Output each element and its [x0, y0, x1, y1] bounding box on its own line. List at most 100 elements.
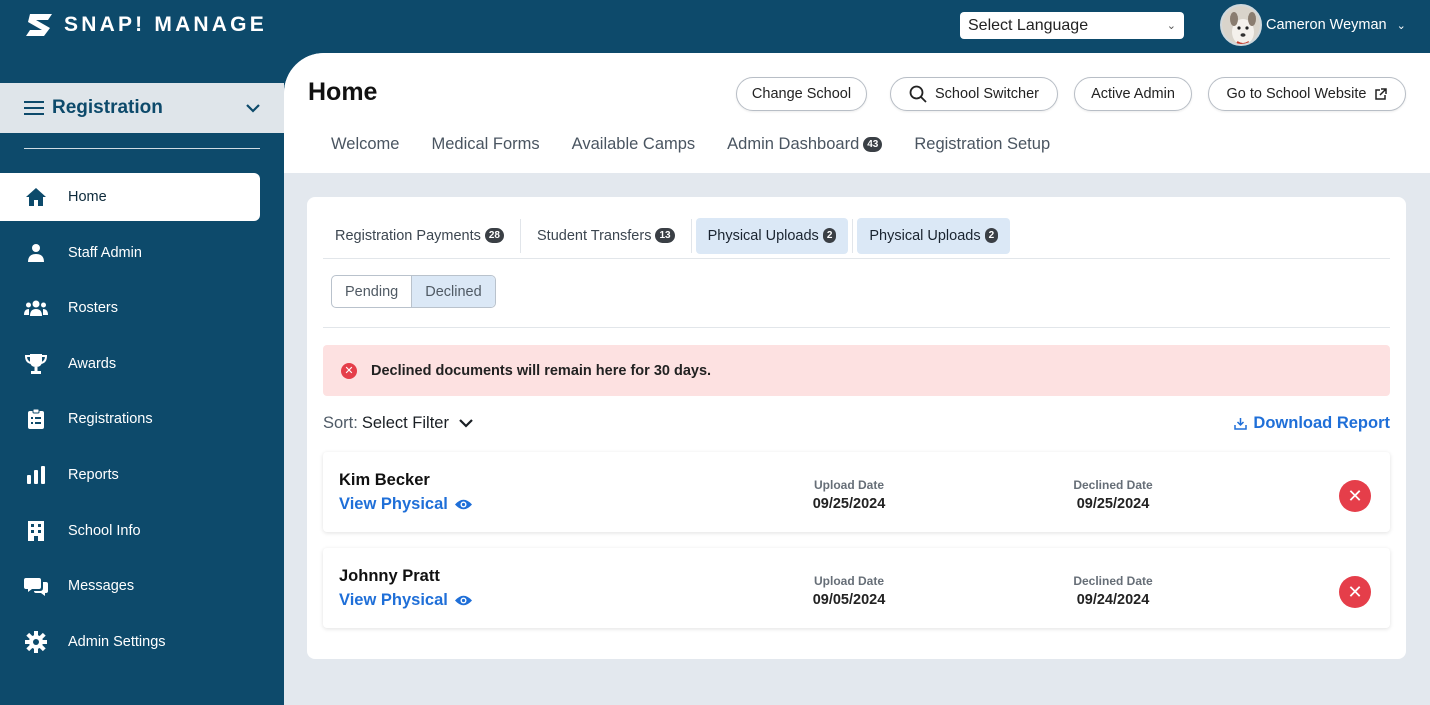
- upload-date-value: 09/05/2024: [812, 592, 886, 608]
- change-school-label: Change School: [751, 86, 852, 102]
- school-switcher-button[interactable]: School Switcher: [890, 77, 1058, 111]
- download-report-label: Download Report: [1253, 414, 1390, 432]
- sidebar-item-label: Admin Settings: [68, 633, 166, 650]
- sidebar-divider: [24, 148, 260, 149]
- subtab-student-transfers[interactable]: Student Transfers 13: [525, 218, 687, 254]
- declined-date-col: Declined Date 09/24/2024: [1053, 574, 1173, 608]
- home-icon: [24, 185, 48, 209]
- declined-date-value: 09/24/2024: [1076, 592, 1150, 608]
- count-badge: 13: [655, 228, 675, 243]
- sidebar-item-label: Rosters: [68, 300, 118, 317]
- external-link-icon: [1375, 87, 1388, 100]
- declined-date-label: Declined Date: [1073, 574, 1153, 588]
- avatar: [1220, 4, 1262, 46]
- view-physical-link[interactable]: View Physical: [339, 591, 473, 610]
- alert-text: Declined documents will remain here for …: [371, 362, 712, 379]
- uploads-card: Registration Payments 28 Student Transfer…: [307, 197, 1406, 659]
- subtab-registration-payments[interactable]: Registration Payments 28: [323, 218, 516, 254]
- upload-date-label: Upload Date: [813, 574, 884, 588]
- list-item: Kim Becker View Physical Upload Date 09/…: [323, 452, 1390, 532]
- download-report-link[interactable]: Download Report: [1234, 414, 1390, 433]
- sidebar-item-label: Staff Admin: [68, 244, 142, 261]
- school-website-label: Go to School Website: [1226, 86, 1367, 102]
- error-icon: ✕: [341, 362, 357, 379]
- count-badge: 43: [863, 137, 883, 152]
- eye-icon: [454, 595, 472, 606]
- view-physical-link[interactable]: View Physical: [339, 495, 473, 514]
- sidebar-item-admin-settings[interactable]: Admin Settings: [0, 618, 260, 666]
- tab-admin-dashboard[interactable]: Admin Dashboard 43: [727, 135, 883, 154]
- sidebar-nav: Home Staff Admin Rosters Awards Registra…: [0, 173, 284, 673]
- sidebar-item-messages[interactable]: Messages: [0, 562, 260, 610]
- tab-label: Available Camps: [571, 135, 696, 153]
- sidebar-section-label: Registration: [52, 97, 163, 118]
- sidebar-item-rosters[interactable]: Rosters: [0, 284, 260, 332]
- sidebar-item-registrations[interactable]: Registrations: [0, 395, 260, 443]
- user-name: Cameron Weyman: [1266, 17, 1387, 33]
- remove-button[interactable]: ✕: [1339, 480, 1371, 512]
- user-menu[interactable]: Cameron Weyman ⌄: [1220, 4, 1406, 46]
- change-school-button[interactable]: Change School: [736, 77, 867, 111]
- sidebar-item-label: Messages: [68, 578, 135, 595]
- dog-avatar-icon: [1222, 6, 1260, 44]
- chat-icon: [24, 574, 48, 598]
- sidebar-section-toggle[interactable]: Registration: [0, 83, 284, 133]
- subtab-physical-uploads[interactable]: Physical Uploads 2: [695, 217, 849, 254]
- subtab-label: Physical Uploads: [869, 227, 981, 244]
- sidebar-item-awards[interactable]: Awards: [0, 340, 260, 388]
- segment-declined[interactable]: Declined: [411, 276, 495, 307]
- sort-label: Sort:: [323, 414, 358, 432]
- page-title: Home: [308, 78, 378, 106]
- brand-name: SNAP! MANAGE: [64, 13, 267, 36]
- section-divider: [323, 327, 1390, 328]
- main-content: Home Change School School Switcher Activ…: [284, 53, 1430, 705]
- sidebar-item-label: Reports: [68, 466, 119, 483]
- sidebar-item-label: School Info: [68, 522, 141, 539]
- search-icon: [909, 85, 927, 103]
- school-switcher-label: School Switcher: [935, 86, 1039, 102]
- tab-label: Admin Dashboard: [727, 135, 860, 153]
- chevron-down-icon: ⌄: [1396, 19, 1406, 32]
- subtab-label: Registration Payments: [335, 227, 481, 244]
- group-icon: [24, 296, 48, 320]
- language-select[interactable]: Select Language ⌄: [960, 12, 1184, 39]
- close-icon: ✕: [1347, 581, 1363, 602]
- close-icon: ✕: [1347, 485, 1363, 506]
- subtab-physical-uploads-2[interactable]: Physical Uploads 2: [857, 217, 1011, 254]
- chevron-down-icon: [459, 419, 473, 428]
- sidebar-item-staff-admin[interactable]: Staff Admin: [0, 229, 260, 277]
- remove-button[interactable]: ✕: [1339, 576, 1371, 608]
- sidebar-item-reports[interactable]: Reports: [0, 451, 260, 499]
- tab-available-camps[interactable]: Available Camps: [572, 135, 696, 154]
- tab-medical-forms[interactable]: Medical Forms: [431, 135, 539, 154]
- declined-alert: ✕ Declined documents will remain here fo…: [323, 345, 1390, 396]
- upload-date-col: Upload Date 09/25/2024: [789, 478, 909, 512]
- segment-pending[interactable]: Pending: [332, 276, 411, 307]
- sidebar-item-label: Home: [68, 189, 107, 205]
- bar-chart-icon: [24, 463, 48, 487]
- top-bar: SNAP! MANAGE Select Language ⌄ Cameron W…: [0, 0, 1430, 53]
- subtab-label: Student Transfers: [537, 227, 652, 244]
- count-badge: 28: [484, 228, 504, 243]
- sidebar-item-school-info[interactable]: School Info: [0, 507, 260, 555]
- page-header: Home Change School School Switcher Activ…: [284, 53, 1430, 173]
- chevron-down-icon: ⌄: [1166, 20, 1176, 32]
- school-website-button[interactable]: Go to School Website: [1208, 77, 1406, 111]
- sidebar-item-home[interactable]: Home: [0, 173, 260, 221]
- tab-registration-setup[interactable]: Registration Setup: [914, 135, 1050, 154]
- person-icon: [24, 241, 48, 265]
- building-icon: [24, 519, 48, 543]
- active-admin-button[interactable]: Active Admin: [1074, 77, 1192, 111]
- view-physical-label: View Physical: [339, 495, 448, 513]
- language-select-value: Select Language: [968, 16, 1089, 34]
- subtab-divider: [690, 218, 692, 253]
- student-name: Kim Becker: [339, 471, 430, 489]
- brand-logo[interactable]: SNAP! MANAGE: [24, 11, 267, 39]
- subtab-label: Physical Uploads: [707, 227, 819, 244]
- subtab-divider: [520, 218, 521, 253]
- declined-date-col: Declined Date 09/25/2024: [1053, 478, 1173, 512]
- upload-date-col: Upload Date 09/05/2024: [789, 574, 909, 608]
- tab-welcome[interactable]: Welcome: [331, 135, 399, 154]
- sort-filter[interactable]: Sort: Select Filter: [323, 414, 473, 433]
- tab-label: Medical Forms: [431, 135, 540, 153]
